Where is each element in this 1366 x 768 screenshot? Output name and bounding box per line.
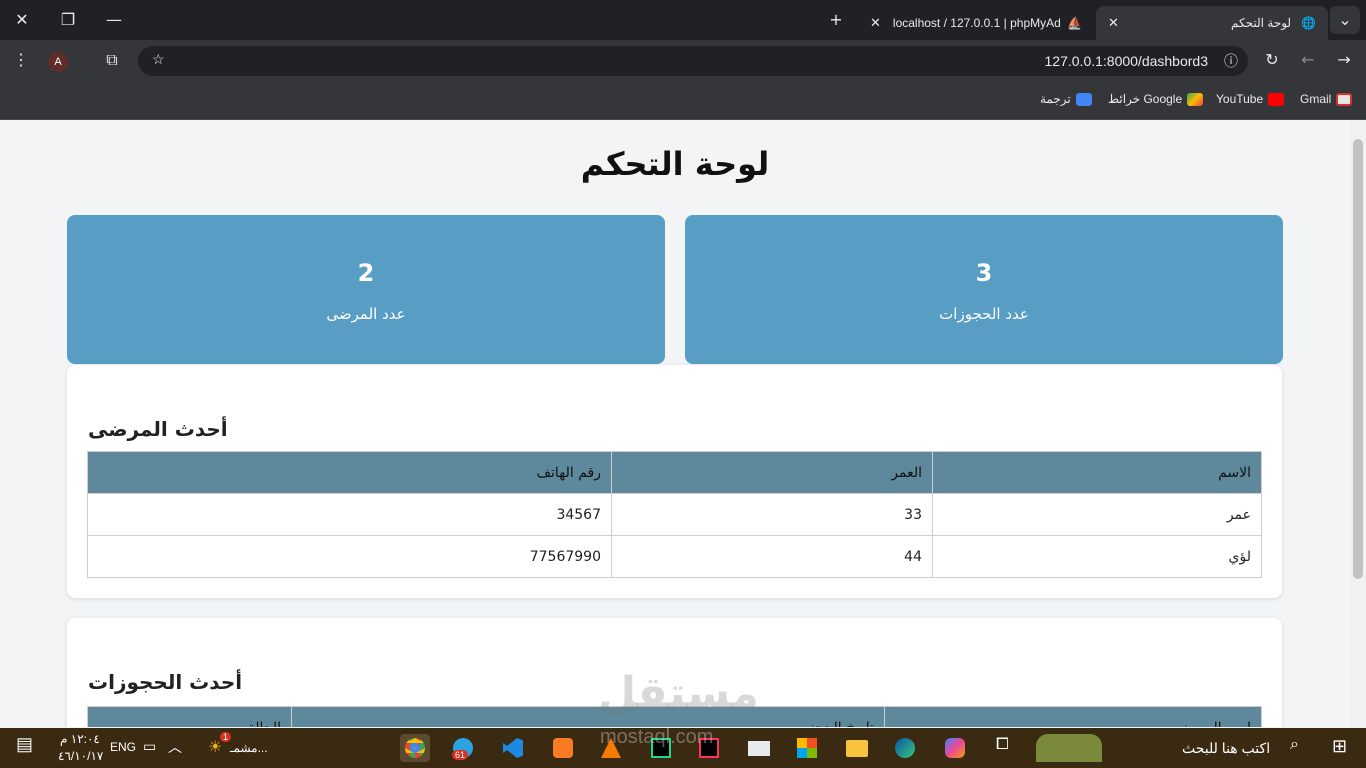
section-heading: أحدث الحجوزات xyxy=(88,670,243,694)
column-header: العمر xyxy=(611,451,933,494)
youtube-icon xyxy=(1268,92,1285,106)
table-cell: لؤي xyxy=(932,535,1262,578)
edge-taskbar-icon[interactable] xyxy=(890,734,920,762)
task-view-icon[interactable]: ⧠ xyxy=(996,736,1009,754)
notifications-icon[interactable]: ▤ xyxy=(16,734,33,755)
reload-icon[interactable]: ↻ xyxy=(1261,50,1283,70)
minimize-window-icon[interactable]: — xyxy=(92,6,136,34)
bookmarks-bar: Gmail YouTube خرائط Google ترجمة xyxy=(0,80,1366,120)
scrollbar[interactable] xyxy=(1350,121,1366,727)
close-window-icon[interactable]: ✕ xyxy=(0,6,44,34)
file-explorer-taskbar-icon[interactable] xyxy=(842,734,872,762)
column-header: الحالة xyxy=(87,706,292,727)
bookmark-label: خرائط Google xyxy=(1108,92,1183,106)
vscode-taskbar-icon[interactable] xyxy=(498,734,528,762)
url-text: 127.0.0.1:8000/dashbord3 xyxy=(1044,53,1208,69)
patients-table: الاسم العمر رقم الهاتف عمر 33 34567 لؤي … xyxy=(87,451,1262,578)
tab-bar: ✕ ❐ — + ✕ localhost / 127.0.0.1 | phpMyA… xyxy=(0,0,1366,40)
table-cell: 33 xyxy=(611,493,933,536)
stat-card-bookings: 3 عدد الحجوزات xyxy=(685,215,1283,364)
stat-label: عدد المرضى xyxy=(326,305,406,323)
stat-value: 3 xyxy=(975,259,993,287)
bookmark-gmail[interactable]: Gmail xyxy=(1300,92,1353,106)
bookmark-maps[interactable]: خرائط Google xyxy=(1108,92,1204,106)
tab-search-icon[interactable]: ⌄ xyxy=(1330,6,1360,34)
column-header: اسم المريض xyxy=(884,706,1262,727)
new-tab-icon[interactable]: + xyxy=(814,6,858,34)
bookmark-label: YouTube xyxy=(1216,92,1264,106)
table-cell: 44 xyxy=(611,535,933,578)
tab-title: localhost / 127.0.0.1 | phpMyAd xyxy=(892,16,1061,30)
copilot-taskbar-icon[interactable] xyxy=(940,734,970,762)
table-row: عمر 33 34567 xyxy=(87,493,1262,536)
weather-text[interactable]: مشمـ... xyxy=(230,741,268,755)
chevron-up-icon[interactable]: ︿ xyxy=(168,737,182,757)
bookmark-translate[interactable]: ترجمة xyxy=(1040,92,1092,106)
search-highlight-icon xyxy=(1036,734,1102,762)
language-indicator[interactable]: ENG xyxy=(110,740,136,754)
bookmark-label: ترجمة xyxy=(1040,92,1071,106)
omnibox[interactable]: ☆ 127.0.0.1:8000/dashbord3 ⓘ xyxy=(138,46,1248,76)
column-header: رقم الهاتف xyxy=(87,451,612,494)
telegram-badge: 61 xyxy=(452,750,469,760)
battery-icon[interactable]: ▭ xyxy=(143,738,156,755)
stat-card-patients: 2 عدد المرضى xyxy=(67,215,665,364)
column-header: تاريخ الحجز xyxy=(291,706,885,727)
chrome-taskbar-icon[interactable] xyxy=(400,734,430,762)
globe-icon: 🌐 xyxy=(1301,16,1316,30)
watermark-logo: مستقل xyxy=(598,668,759,719)
tab-title: لوحة التحكم xyxy=(1231,16,1292,30)
table-cell: عمر xyxy=(932,493,1262,536)
table-cell: 77567990 xyxy=(87,535,612,578)
search-icon[interactable]: ⌕ xyxy=(1290,736,1299,754)
table-row: لؤي 44 77567990 xyxy=(87,535,1262,578)
windows-start-icon[interactable]: ⊞ xyxy=(1332,736,1347,757)
watermark-url: mostaql.com xyxy=(600,726,714,748)
clock-time: ١٢:٠٤ م xyxy=(60,732,100,746)
taskbar-search-text[interactable]: اكتب هنا للبحث xyxy=(1182,740,1270,757)
restore-window-icon[interactable]: ❐ xyxy=(46,6,90,34)
bookmark-star-icon[interactable]: ☆ xyxy=(152,51,165,68)
column-header: الاسم xyxy=(932,451,1262,494)
section-heading: أحدث المرضى xyxy=(88,417,228,441)
page-content: لوحة التحكم 3 عدد الحجوزات 2 عدد المرضى … xyxy=(0,121,1350,727)
stat-value: 2 xyxy=(357,259,375,287)
gmail-icon xyxy=(1336,92,1353,106)
forward-icon[interactable]: ← xyxy=(1297,50,1319,70)
tab-dashboard[interactable]: ✕ لوحة التحكم 🌐 xyxy=(1096,6,1328,40)
table-cell: 34567 xyxy=(87,493,612,536)
xampp-taskbar-icon[interactable] xyxy=(548,734,578,762)
close-tab-icon[interactable]: ✕ xyxy=(1108,15,1119,31)
clock-date: ٤٦/١٠/١٧ xyxy=(58,749,104,763)
page-title: لوحة التحكم xyxy=(580,145,770,183)
menu-icon[interactable]: ⋮ xyxy=(10,50,32,70)
mail-taskbar-icon[interactable] xyxy=(744,734,774,762)
close-tab-icon[interactable]: ✕ xyxy=(870,15,881,31)
bookmark-label: Gmail xyxy=(1300,92,1332,106)
bookmark-youtube[interactable]: YouTube xyxy=(1216,92,1285,106)
site-info-icon[interactable]: ⓘ xyxy=(1224,51,1238,71)
scrollbar-thumb[interactable] xyxy=(1353,139,1363,579)
table-header-row: الاسم العمر رقم الهاتف xyxy=(87,451,1262,494)
stat-label: عدد الحجوزات xyxy=(939,305,1029,323)
recent-patients-card: أحدث المرضى الاسم العمر رقم الهاتف عمر 3… xyxy=(67,365,1282,598)
maps-icon xyxy=(1187,92,1204,106)
extensions-icon[interactable]: ⧉ xyxy=(101,50,123,70)
phpmyadmin-icon: ⛵ xyxy=(1067,16,1082,30)
store-taskbar-icon[interactable] xyxy=(792,734,822,762)
address-bar: ⋮ A ⧉ ☆ 127.0.0.1:8000/dashbord3 ⓘ ↻ ← → xyxy=(0,40,1366,80)
avatar[interactable]: A xyxy=(48,52,68,72)
tab-phpmyadmin[interactable]: ✕ localhost / 127.0.0.1 | phpMyAd ⛵ xyxy=(858,6,1094,40)
back-icon[interactable]: → xyxy=(1333,50,1355,70)
translate-icon xyxy=(1075,92,1092,106)
